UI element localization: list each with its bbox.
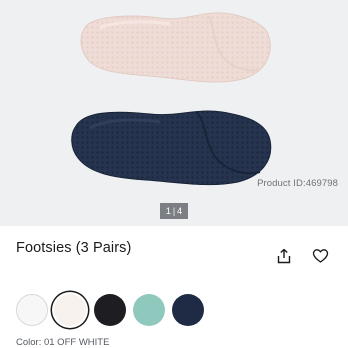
swatch-mint[interactable] <box>133 294 165 326</box>
selected-color-label: Color: 01 OFF WHITE <box>16 337 110 348</box>
share-icon <box>277 248 291 264</box>
swatch-white[interactable] <box>16 294 48 326</box>
pager-separator: | <box>172 206 176 216</box>
product-title: Footsies (3 Pairs) <box>16 240 132 256</box>
image-pager: 1 | 4 <box>160 203 188 219</box>
swatch-navy[interactable] <box>172 294 204 326</box>
favorite-button[interactable] <box>310 246 330 266</box>
product-header: Footsies (3 Pairs) <box>16 240 334 264</box>
product-id-label: Product ID:469798 <box>257 178 338 189</box>
heart-icon <box>312 249 328 263</box>
product-image <box>71 12 272 186</box>
product-image-gallery[interactable]: Product ID:469798 1 | 4 <box>0 0 348 226</box>
pager-total: 4 <box>177 206 183 216</box>
pager-current: 1 <box>165 206 171 216</box>
share-button[interactable] <box>274 246 294 266</box>
swatch-off-white[interactable] <box>54 294 86 326</box>
swatch-black[interactable] <box>94 294 126 326</box>
